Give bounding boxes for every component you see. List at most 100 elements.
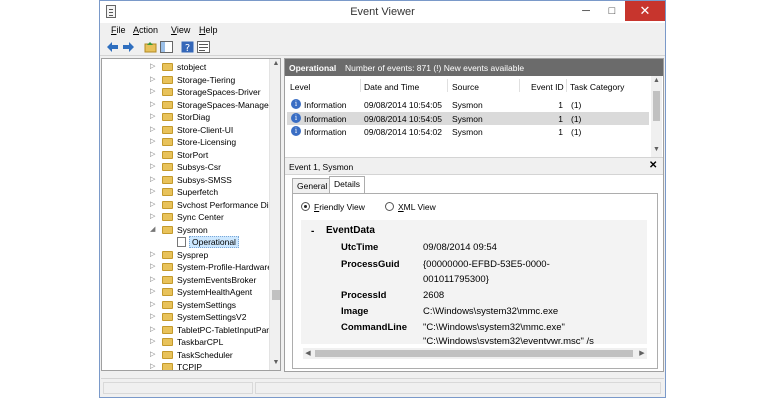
collapsed-arrow-icon[interactable]: ▷ [150,325,155,333]
event-list-scrollbar[interactable]: ▲ ▼ [651,76,662,157]
collapse-toggle-icon[interactable]: - [311,226,314,237]
collapsed-arrow-icon[interactable]: ▷ [150,62,155,70]
tree-item[interactable]: ▷ StorDiag [102,111,270,124]
tree-item[interactable]: ▷ stobject [102,61,270,74]
collapsed-arrow-icon[interactable]: ▷ [150,187,155,195]
tree-scrollbar[interactable]: ▲ ▼ [269,59,280,370]
tab-general[interactable]: General [292,178,333,193]
column-header-level[interactable]: Level [290,82,310,92]
tree-item[interactable]: ▷ SystemSettings [102,299,270,312]
tree-item[interactable]: ▷ Store-Client-UI [102,124,270,137]
tree-item[interactable]: ▷ Subsys-SMSS [102,174,270,187]
tree-item[interactable]: ▷ StorageSpaces-Managem [102,99,276,112]
collapsed-arrow-icon[interactable]: ▷ [150,150,155,158]
column-separator[interactable] [360,79,361,92]
maximize-button[interactable]: □ [599,1,625,21]
properties-icon[interactable] [197,41,210,53]
collapsed-arrow-icon[interactable]: ▷ [150,362,155,370]
detail-close-icon[interactable]: ✕ [649,160,657,171]
tree-item[interactable]: ▷ TCPIP [102,361,270,370]
tree-item[interactable]: ◢ Sysmon [102,224,270,237]
xml-view-radio[interactable]: XML View [385,202,436,214]
scroll-down-arrow-icon[interactable]: ▼ [651,146,662,153]
collapsed-arrow-icon[interactable]: ▷ [150,162,155,170]
up-folder-icon[interactable] [144,41,157,53]
tab-details[interactable]: Details [329,176,365,194]
details-horizontal-scrollbar[interactable]: ◀ ▶ [303,348,647,359]
close-button[interactable]: ✕ [625,1,665,21]
menu-file[interactable]: File [111,25,126,35]
collapsed-arrow-icon[interactable]: ▷ [150,312,155,320]
log-tree-pane[interactable]: ▷ stobject ▷ Storage-Tiering ▷ StorageSpaces-… [101,58,281,371]
column-header-task-category[interactable]: Task Category [570,82,624,92]
scroll-right-arrow-icon[interactable]: ▶ [637,349,647,357]
scroll-up-arrow-icon[interactable]: ▲ [270,60,280,67]
radio-label[interactable]: Friendly View [314,202,365,212]
details-scroll-thumb[interactable] [315,350,633,357]
expanded-arrow-icon[interactable]: ◢ [150,225,155,233]
tree-item[interactable]: Operational [102,236,270,249]
help-icon[interactable]: ? [181,41,194,53]
column-separator[interactable] [566,79,567,92]
tree-item[interactable]: ▷ Sysprep [102,249,270,262]
tree-scroll-thumb[interactable] [272,290,280,300]
collapsed-arrow-icon[interactable]: ▷ [150,200,155,208]
menu-action[interactable]: Action [133,25,158,35]
menu-view[interactable]: View [171,25,190,35]
collapsed-arrow-icon[interactable]: ▷ [150,350,155,358]
tree-item[interactable]: ▷ Superfetch [102,186,270,199]
radio-unselected-icon[interactable] [385,202,394,211]
title-bar[interactable]: Event Viewer ─ □ ✕ [100,1,665,23]
collapsed-arrow-icon[interactable]: ▷ [150,212,155,220]
tree-item[interactable]: ▷ SystemSettingsV2 [102,311,270,324]
radio-label[interactable]: XML View [398,202,436,212]
tree-item[interactable]: ▷ TaskScheduler [102,349,270,362]
minimize-button[interactable]: ─ [573,1,599,21]
tree-item[interactable]: ▷ Sync Center [102,211,270,224]
column-separator[interactable] [447,79,448,92]
tree-item[interactable]: ▷ StorageSpaces-Driver [102,86,270,99]
tree-item[interactable]: ▷ System-Profile-Hardware [102,261,272,274]
column-header-date[interactable]: Date and Time [364,82,419,92]
collapsed-arrow-icon[interactable]: ▷ [150,275,155,283]
scroll-up-arrow-icon[interactable]: ▲ [651,77,662,84]
collapsed-arrow-icon[interactable]: ▷ [150,137,155,145]
menu-help[interactable]: Help [199,25,218,35]
back-icon[interactable] [106,41,119,53]
collapsed-arrow-icon[interactable]: ▷ [150,337,155,345]
tree-item[interactable]: ▷ Subsys-Csr [102,161,270,174]
radio-selected-icon[interactable] [301,202,310,211]
column-separator[interactable] [519,79,520,92]
event-list[interactable]: Level Date and Time Source Event ID Task… [285,76,663,157]
event-row[interactable]: i Information 09/08/2014 10:54:02 Sysmon 1 (1… [287,125,649,138]
collapsed-arrow-icon[interactable]: ▷ [150,175,155,183]
tree-item[interactable]: ▷ Storage-Tiering [102,74,270,87]
scroll-down-arrow-icon[interactable]: ▼ [270,359,280,366]
collapsed-arrow-icon[interactable]: ▷ [150,262,155,270]
event-row[interactable]: i Information 09/08/2014 10:54:05 Sysmon 1 (1… [287,111,649,125]
collapsed-arrow-icon[interactable]: ▷ [150,125,155,133]
tree-item[interactable]: ▷ Store-Licensing [102,136,270,149]
scroll-left-arrow-icon[interactable]: ◀ [303,349,313,357]
tree-item[interactable]: ▷ TaskbarCPL [102,336,270,349]
friendly-view-radio[interactable]: Friendly View [301,202,365,214]
column-header-source[interactable]: Source [452,82,479,92]
forward-icon[interactable] [122,41,135,53]
tree-item[interactable]: ▷ StorPort [102,149,270,162]
event-row[interactable]: i Information 09/08/2014 10:54:05 Sysmon 1 (1… [287,98,649,111]
collapsed-arrow-icon[interactable]: ▷ [150,75,155,83]
tree-item[interactable]: ▷ TabletPC-TabletInputPan [102,324,271,337]
collapsed-arrow-icon[interactable]: ▷ [150,100,155,108]
collapsed-arrow-icon[interactable]: ▷ [150,87,155,95]
column-header-event-id[interactable]: Event ID [531,82,564,92]
collapsed-arrow-icon[interactable]: ▷ [150,112,155,120]
collapsed-arrow-icon[interactable]: ▷ [150,300,155,308]
collapsed-arrow-icon[interactable]: ▷ [150,287,155,295]
event-list-scroll-thumb[interactable] [653,91,660,121]
tree-item[interactable]: ▷ Svchost Performance Dia [102,199,273,212]
collapsed-arrow-icon[interactable]: ▷ [150,250,155,258]
folder-icon [162,250,173,259]
show-hide-tree-icon[interactable] [160,41,173,53]
tree-item[interactable]: ▷ SystemEventsBroker [102,274,270,287]
tree-item[interactable]: ▷ SystemHealthAgent [102,286,270,299]
